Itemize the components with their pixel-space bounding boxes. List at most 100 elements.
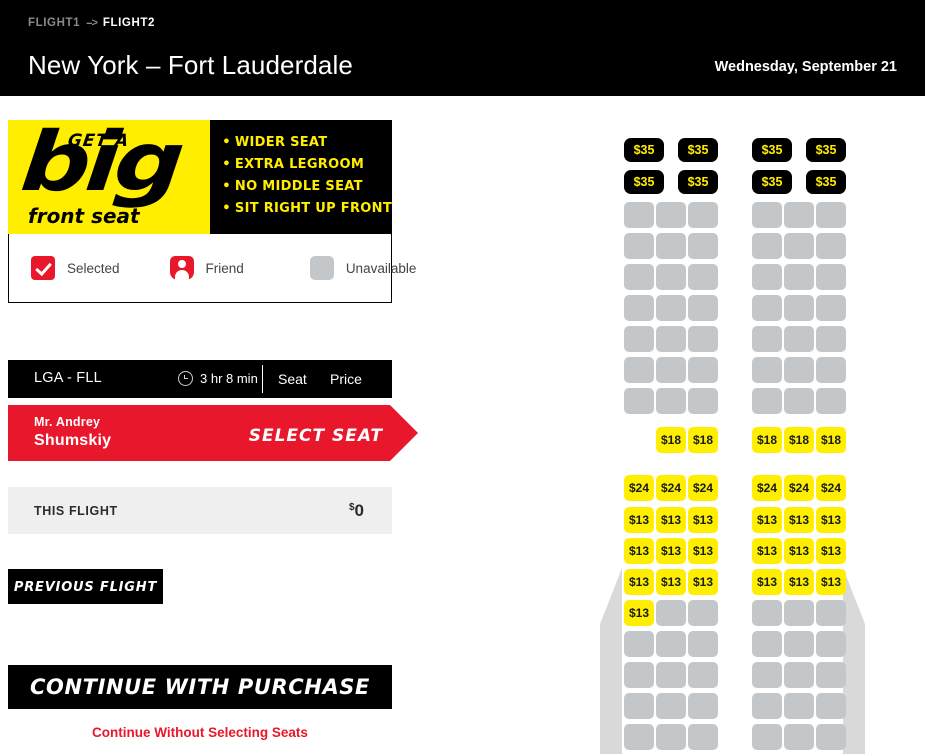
seat-available[interactable]: $13 — [784, 569, 814, 595]
seat-available[interactable]: $13 — [624, 569, 654, 595]
seat-legend: Selected Friend Unavailable — [8, 234, 416, 303]
seat-unavailable — [656, 600, 686, 626]
promo-get-a-text: GET A — [66, 131, 131, 151]
seat-unavailable — [816, 295, 846, 321]
seat-available[interactable]: $13 — [656, 538, 686, 564]
seat-available[interactable]: $18 — [784, 427, 814, 453]
seat-available[interactable]: $18 — [656, 427, 686, 453]
seat-available[interactable]: $13 — [688, 507, 718, 533]
seat-unavailable — [688, 693, 718, 719]
seat-available[interactable]: $13 — [752, 507, 782, 533]
seat-row: $35 $35 $35 $35 — [596, 170, 868, 196]
seat-available[interactable]: $24 — [688, 475, 718, 501]
seat-unavailable — [656, 693, 686, 719]
seat-unavailable — [688, 202, 718, 228]
seat-available[interactable]: $18 — [688, 427, 718, 453]
seat-available[interactable]: $13 — [816, 538, 846, 564]
seat-unavailable — [752, 233, 782, 259]
seat-unavailable — [784, 357, 814, 383]
seat-available[interactable]: $24 — [624, 475, 654, 501]
seat-unavailable — [752, 326, 782, 352]
seat-unavailable — [784, 264, 814, 290]
seat-unavailable — [784, 388, 814, 414]
seat-map[interactable]: $35 $35 $35 $35 $35 $35 $35 $35 $18 $18 $18 $18 $18 $… — [596, 120, 896, 754]
seat-available[interactable]: $18 — [752, 427, 782, 453]
seat-unavailable — [624, 357, 654, 383]
seat-available[interactable]: $13 — [816, 507, 846, 533]
legend-label-friend: Friend — [205, 260, 244, 276]
seat-available[interactable]: $24 — [784, 475, 814, 501]
seat-available[interactable]: $13 — [624, 600, 654, 626]
seat-available[interactable]: $24 — [656, 475, 686, 501]
seat-available[interactable]: $35 — [752, 138, 792, 162]
legend-item-selected: Selected — [31, 256, 120, 280]
breadcrumb: FLIGHT1 --> FLIGHT2 — [28, 17, 155, 29]
seat-available[interactable]: $13 — [816, 569, 846, 595]
flight-duration-label: 3 hr 8 min — [200, 371, 258, 386]
promo-benefit-label: EXTRA LEGROOM — [234, 157, 365, 172]
page-header: FLIGHT1 --> FLIGHT2 New York – Fort Lauder… — [0, 0, 925, 96]
promo-benefit-item: • NO MIDDLE SEAT — [222, 176, 392, 198]
bullet-dot-icon: • — [222, 135, 231, 150]
seat-unavailable — [784, 724, 814, 750]
seat-unavailable — [656, 233, 686, 259]
seat-available[interactable]: $35 — [806, 138, 846, 162]
continue-with-purchase-button[interactable]: CONTINUE WITH PURCHASE — [8, 665, 392, 709]
seat-unavailable — [784, 233, 814, 259]
seat-available[interactable]: $35 — [806, 170, 846, 194]
seat-row — [596, 662, 868, 688]
flight-route-code: LGA - FLL — [34, 370, 102, 386]
seat-unavailable — [688, 662, 718, 688]
seat-available[interactable]: $13 — [784, 538, 814, 564]
total-amount: $0 — [349, 501, 364, 521]
seat-available[interactable]: $24 — [816, 475, 846, 501]
seat-unavailable — [752, 662, 782, 688]
seat-row: $13 $13 $13 $13 $13 $13 — [596, 569, 868, 595]
previous-flight-button[interactable]: PREVIOUS FLIGHT — [8, 569, 163, 604]
seat-available[interactable]: $35 — [678, 138, 718, 162]
legend-label-selected: Selected — [67, 260, 120, 276]
seat-available[interactable]: $13 — [688, 569, 718, 595]
seat-available[interactable]: $18 — [816, 427, 846, 453]
seat-unavailable — [656, 662, 686, 688]
breadcrumb-flight2[interactable]: FLIGHT2 — [103, 17, 155, 29]
seat-available[interactable]: $13 — [688, 538, 718, 564]
select-seat-label[interactable]: SELECT SEAT — [249, 426, 383, 446]
seat-unavailable — [624, 388, 654, 414]
big-front-seat-promo[interactable]: big GET A front seat • WIDER SEAT • EXTRA … — [8, 120, 392, 234]
passenger-title: Mr. Andrey — [34, 415, 101, 429]
seat-available[interactable]: $13 — [752, 569, 782, 595]
seat-row: $13 — [596, 600, 868, 626]
seat-unavailable — [784, 600, 814, 626]
promo-benefit-item: • EXTRA LEGROOM — [222, 154, 392, 176]
passenger-select-seat-row[interactable]: Mr. Andrey Shumskiy SELECT SEAT — [8, 405, 418, 461]
seat-unavailable — [816, 662, 846, 688]
seat-available[interactable]: $13 — [656, 569, 686, 595]
seat-available[interactable]: $13 — [624, 538, 654, 564]
seat-unavailable — [784, 295, 814, 321]
continue-without-seats-link[interactable]: Continue Without Selecting Seats — [8, 725, 392, 740]
promo-front-seat-text: front seat — [28, 204, 140, 228]
seat-available[interactable]: $13 — [624, 507, 654, 533]
seat-unavailable — [816, 326, 846, 352]
continue-with-purchase-label: CONTINUE WITH PURCHASE — [30, 675, 370, 699]
seat-unavailable — [624, 202, 654, 228]
breadcrumb-flight1[interactable]: FLIGHT1 — [28, 17, 80, 29]
seat-available[interactable]: $13 — [752, 538, 782, 564]
seat-unavailable — [816, 202, 846, 228]
seat-available[interactable]: $24 — [752, 475, 782, 501]
seat-available[interactable]: $13 — [656, 507, 686, 533]
seat-row — [596, 631, 868, 657]
seat-available[interactable]: $13 — [784, 507, 814, 533]
column-divider — [262, 365, 263, 393]
seat-unavailable — [656, 264, 686, 290]
passenger-name: Shumskiy — [34, 432, 112, 449]
seat-unavailable — [816, 357, 846, 383]
seat-available[interactable]: $35 — [752, 170, 792, 194]
seat-available[interactable]: $35 — [624, 138, 664, 162]
flight-info-bar: LGA - FLL 3 hr 8 min Seat Price — [8, 360, 392, 398]
seat-available[interactable]: $35 — [624, 170, 664, 194]
page-title: New York – Fort Lauderdale — [28, 50, 353, 80]
seat-available[interactable]: $35 — [678, 170, 718, 194]
seat-unavailable — [688, 264, 718, 290]
